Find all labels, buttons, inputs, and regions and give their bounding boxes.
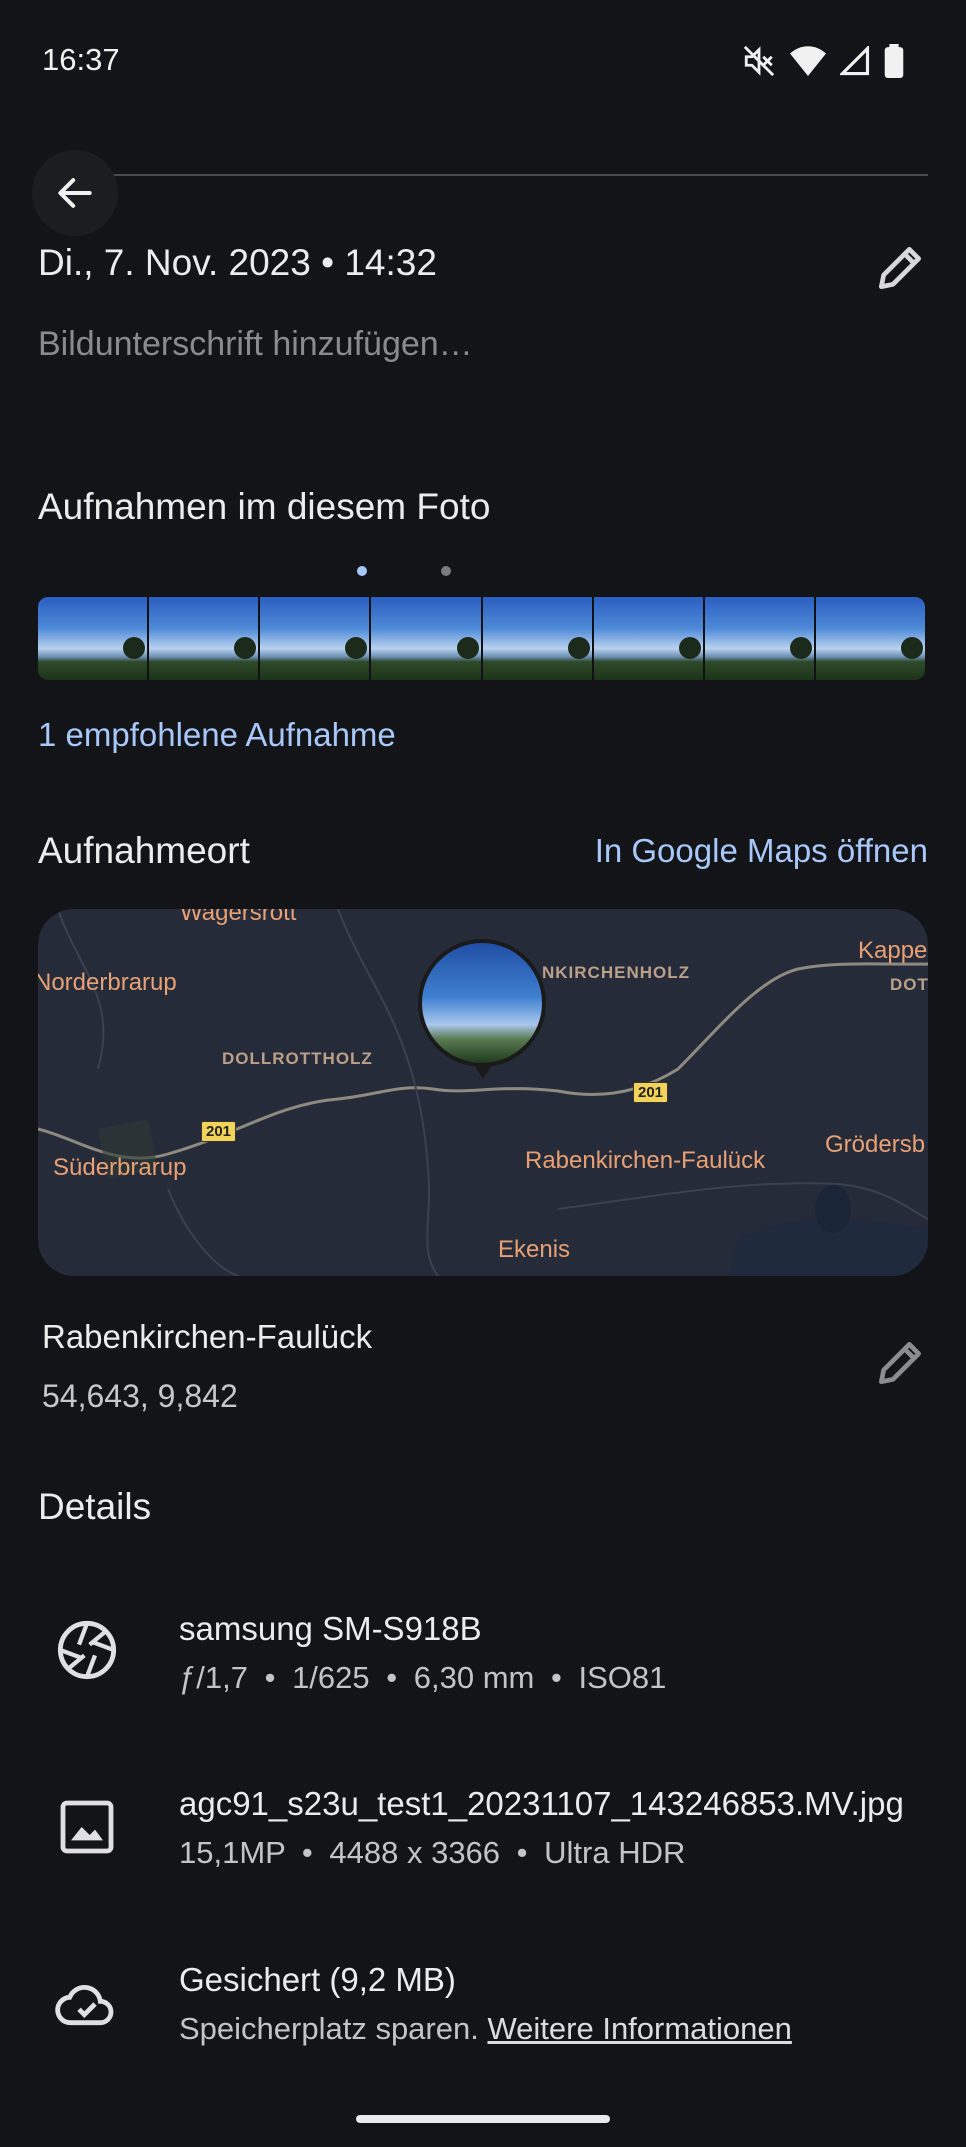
map-label-rabenkirchen: Rabenkirchen-Faulück: [525, 1147, 766, 1174]
details-title: Details: [38, 1486, 152, 1527]
separator: •: [264, 1660, 276, 1695]
aperture-icon: [57, 1620, 117, 1680]
shot-frame[interactable]: [38, 597, 150, 680]
tree-silhouette: [345, 637, 368, 659]
battery-icon: [884, 44, 904, 78]
map-label-dot: DOT: [890, 975, 928, 994]
shot-frame[interactable]: [593, 597, 705, 680]
wifi-icon: [790, 46, 826, 76]
map-label-norderbrarup: Norderbrarup: [38, 969, 177, 996]
marker-thumbnail: [422, 943, 542, 1063]
more-info-link[interactable]: Weitere Informationen: [487, 2011, 791, 2046]
file-dimensions: 4488 x 3366: [329, 1835, 501, 1870]
camera-iso: ISO81: [578, 1660, 667, 1695]
backup-status: Gesichert (9,2 MB): [179, 1961, 456, 1998]
backup-hint-row: Speicherplatz sparen. Weitere Informatio…: [179, 2011, 792, 2047]
page-indicator: [355, 563, 455, 579]
shot-frame[interactable]: [704, 597, 816, 680]
road-sign-201: 201: [633, 1082, 669, 1103]
tree-silhouette: [234, 637, 257, 659]
arrow-back-icon: [58, 178, 92, 208]
camera-model: samsung SM-S918B: [179, 1610, 482, 1647]
map-label-grodersby: Grödersb: [825, 1131, 926, 1158]
mute-icon: [743, 45, 775, 77]
drag-handle-line: [110, 174, 928, 176]
shot-frame[interactable]: [260, 597, 372, 680]
tree-silhouette: [901, 637, 923, 659]
file-hdr: Ultra HDR: [544, 1835, 686, 1870]
separator: •: [516, 1835, 528, 1870]
cloud-done-icon: [55, 1985, 114, 2026]
status-time: 16:37: [42, 42, 120, 77]
map-label-wagersrott: Wagersrott: [180, 909, 297, 926]
camera-shutter: 1/625: [292, 1660, 370, 1695]
file-name: agc91_s23u_test1_20231107_143246853.MV.j…: [179, 1785, 904, 1822]
map-label-kappeln: Kappe: [858, 937, 928, 964]
page-dot: [441, 566, 451, 576]
tree-silhouette: [678, 637, 701, 659]
location-map[interactable]: Wagersrott Norderbrarup DOLLROTTHOLZ NKI…: [38, 909, 928, 1276]
open-maps-link[interactable]: In Google Maps öffnen: [595, 832, 928, 870]
shots-strip[interactable]: [38, 597, 925, 680]
place-name: Rabenkirchen-Faulück: [42, 1318, 373, 1355]
map-label-kirchenholz: NKIRCHENHOLZ: [542, 963, 690, 982]
file-info: 15,1MP • 4488 x 3366 • Ultra HDR: [179, 1835, 685, 1871]
shots-title: Aufnahmen im diesem Foto: [38, 486, 491, 527]
status-icons: [742, 44, 904, 78]
map-label-suderbrarup: Süderbrarup: [53, 1154, 187, 1181]
shot-frame[interactable]: [815, 597, 925, 680]
separator: •: [386, 1660, 398, 1695]
place-coordinates: 54,643, 9,842: [42, 1378, 238, 1414]
recommended-shot-link[interactable]: 1 empfohlene Aufnahme: [38, 716, 396, 754]
map-label-dollrottholz: DOLLROTTHOLZ: [222, 1049, 373, 1068]
edit-date-icon[interactable]: [872, 240, 928, 296]
separator: •: [550, 1660, 562, 1695]
camera-focal-length: 6,30 mm: [413, 1660, 535, 1695]
file-resolution: 15,1MP: [179, 1835, 286, 1870]
shot-frame[interactable]: [482, 597, 594, 680]
marker-pointer: [474, 1065, 492, 1079]
back-button[interactable]: [32, 150, 118, 236]
camera-aperture: ƒ/1,7: [179, 1660, 248, 1695]
photo-location-marker[interactable]: [418, 939, 546, 1067]
tree-silhouette: [567, 637, 590, 659]
home-indicator[interactable]: [356, 2115, 610, 2123]
signal-icon: [840, 46, 870, 76]
road-sign-201: 201: [201, 1121, 237, 1142]
shot-frame[interactable]: [371, 597, 483, 680]
shot-frame[interactable]: [149, 597, 261, 680]
camera-settings: ƒ/1,7 • 1/625 • 6,30 mm • ISO81: [179, 1660, 666, 1696]
tree-silhouette: [123, 637, 146, 659]
tree-silhouette: [789, 637, 812, 659]
edit-location-icon[interactable]: [872, 1335, 928, 1391]
separator: •: [301, 1835, 313, 1870]
image-icon: [60, 1800, 114, 1854]
date-time[interactable]: Di., 7. Nov. 2023 • 14:32: [38, 242, 437, 284]
page-dot-active: [357, 566, 367, 576]
tree-silhouette: [456, 637, 479, 659]
caption-input[interactable]: Bildunterschrift hinzufügen…: [38, 325, 473, 364]
backup-hint: Speicherplatz sparen.: [179, 2011, 479, 2046]
map-label-ekenis: Ekenis: [498, 1236, 571, 1263]
location-title: Aufnahmeort: [38, 830, 250, 871]
